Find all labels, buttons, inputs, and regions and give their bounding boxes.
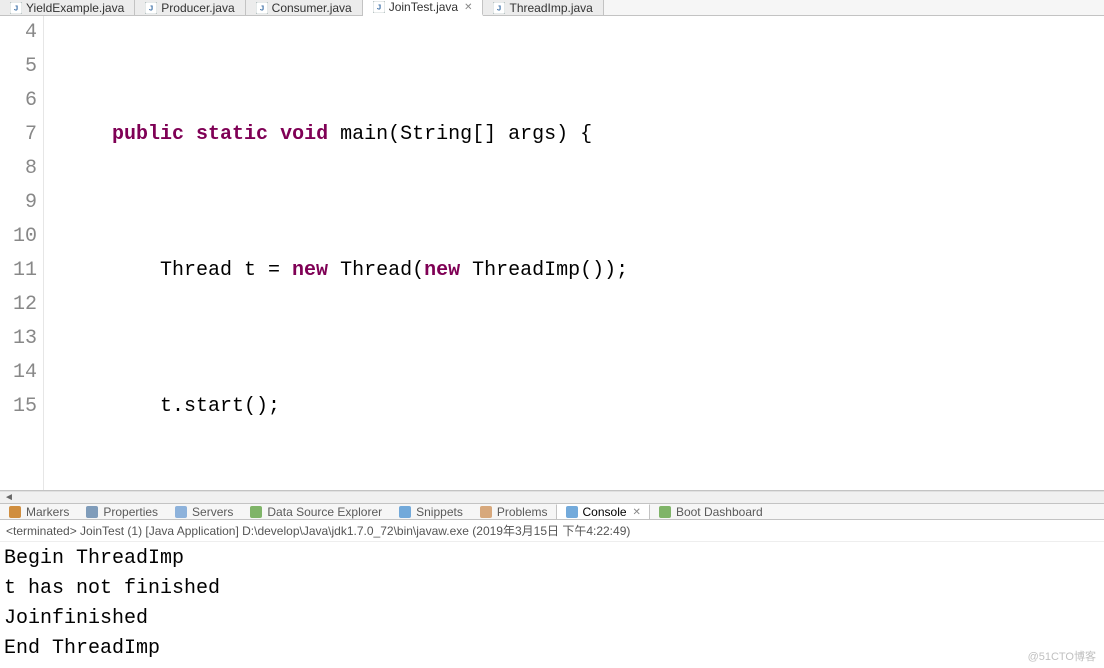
java-file-icon: J: [256, 2, 268, 14]
line-number: 13: [0, 322, 37, 356]
view-tab-boot-dashboard[interactable]: Boot Dashboard: [650, 504, 771, 519]
svg-text:J: J: [377, 3, 381, 12]
views-tabstrip: Markers Properties Servers Data Source Expl…: [0, 504, 1104, 520]
line-number: 11: [0, 254, 37, 288]
view-tab-label: Snippets: [416, 505, 463, 519]
editor-tab[interactable]: J YieldExample.java: [0, 0, 135, 15]
editor-tab[interactable]: J Consumer.java: [246, 0, 363, 15]
line-number: 7: [0, 118, 37, 152]
editor-tabstrip: J YieldExample.java J Producer.java J Consume…: [0, 0, 1104, 16]
close-view-icon[interactable]: ✕: [633, 507, 641, 518]
view-tab-markers[interactable]: Markers: [0, 504, 77, 519]
view-tab-data-source-explorer[interactable]: Data Source Explorer: [241, 504, 390, 519]
view-tab-label: Properties: [103, 505, 158, 519]
editor-tab[interactable]: J Producer.java: [135, 0, 245, 15]
view-tab-snippets[interactable]: Snippets: [390, 504, 471, 519]
line-number: 5: [0, 50, 37, 84]
java-file-icon: J: [373, 1, 385, 13]
data-icon: [249, 505, 263, 519]
line-number: 6: [0, 84, 37, 118]
markers-icon: [8, 505, 22, 519]
svg-text:J: J: [14, 3, 18, 12]
code-line[interactable]: public static void main(String[] args) {: [60, 118, 1104, 152]
console-output-line: t has not finished: [4, 574, 1100, 604]
line-number: 12: [0, 288, 37, 322]
snippets-icon: [398, 505, 412, 519]
java-file-icon: J: [10, 2, 22, 14]
line-number: 15: [0, 390, 37, 424]
svg-text:J: J: [497, 3, 501, 12]
line-number: 4: [0, 16, 37, 50]
close-tab-icon[interactable]: ✕: [464, 2, 472, 13]
editor-area: 456789101112131415 public static void ma…: [0, 16, 1104, 504]
editor-tab-label: ThreadImp.java: [509, 1, 592, 15]
view-tab-properties[interactable]: Properties: [77, 504, 166, 519]
svg-text:J: J: [149, 3, 153, 12]
editor-tab-label: JoinTest.java: [389, 0, 458, 14]
editor-tab-label: Consumer.java: [272, 1, 352, 15]
console-output[interactable]: Begin ThreadImpt has not finishedJoinfin…: [0, 542, 1104, 668]
line-number: 9: [0, 186, 37, 220]
view-tab-problems[interactable]: Problems: [471, 504, 556, 519]
servers-icon: [174, 505, 188, 519]
view-tab-label: Boot Dashboard: [676, 505, 763, 519]
view-tab-console[interactable]: Console ✕: [556, 504, 650, 519]
view-tab-label: Console: [583, 505, 627, 519]
line-number-gutter: 456789101112131415: [0, 16, 44, 490]
view-tab-label: Problems: [497, 505, 548, 519]
line-number: 10: [0, 220, 37, 254]
horizontal-scrollbar[interactable]: ◄: [0, 491, 1104, 504]
view-tab-servers[interactable]: Servers: [166, 504, 241, 519]
fold-column: [44, 16, 60, 490]
problems-icon: [479, 505, 493, 519]
properties-icon: [85, 505, 99, 519]
console-output-line: Begin ThreadImp: [4, 544, 1100, 574]
line-number: 8: [0, 152, 37, 186]
console-process-description: <terminated> JoinTest (1) [Java Applicat…: [0, 520, 1104, 542]
scroll-left-arrow-icon[interactable]: ◄: [0, 492, 18, 503]
watermark: @51CTO博客: [1028, 648, 1096, 664]
code-editor[interactable]: 456789101112131415 public static void ma…: [0, 16, 1104, 491]
line-number: 14: [0, 356, 37, 390]
editor-tab-label: YieldExample.java: [26, 1, 124, 15]
console-output-line: End ThreadImp: [4, 634, 1100, 664]
boot-icon: [658, 505, 672, 519]
console-icon: [565, 505, 579, 519]
console-output-line: Joinfinished: [4, 604, 1100, 634]
code-content[interactable]: public static void main(String[] args) {…: [60, 16, 1104, 490]
console-view: <terminated> JoinTest (1) [Java Applicat…: [0, 520, 1104, 668]
editor-tab[interactable]: J ThreadImp.java: [483, 0, 603, 15]
svg-text:J: J: [260, 3, 264, 12]
editor-tab[interactable]: J JoinTest.java ✕: [363, 0, 484, 16]
java-file-icon: J: [145, 2, 157, 14]
code-line[interactable]: t.start();: [60, 390, 1104, 424]
view-tab-label: Data Source Explorer: [267, 505, 382, 519]
editor-tab-label: Producer.java: [161, 1, 234, 15]
java-file-icon: J: [493, 2, 505, 14]
code-line[interactable]: Thread t = new Thread(new ThreadImp());: [60, 254, 1104, 288]
view-tab-label: Servers: [192, 505, 233, 519]
view-tab-label: Markers: [26, 505, 69, 519]
